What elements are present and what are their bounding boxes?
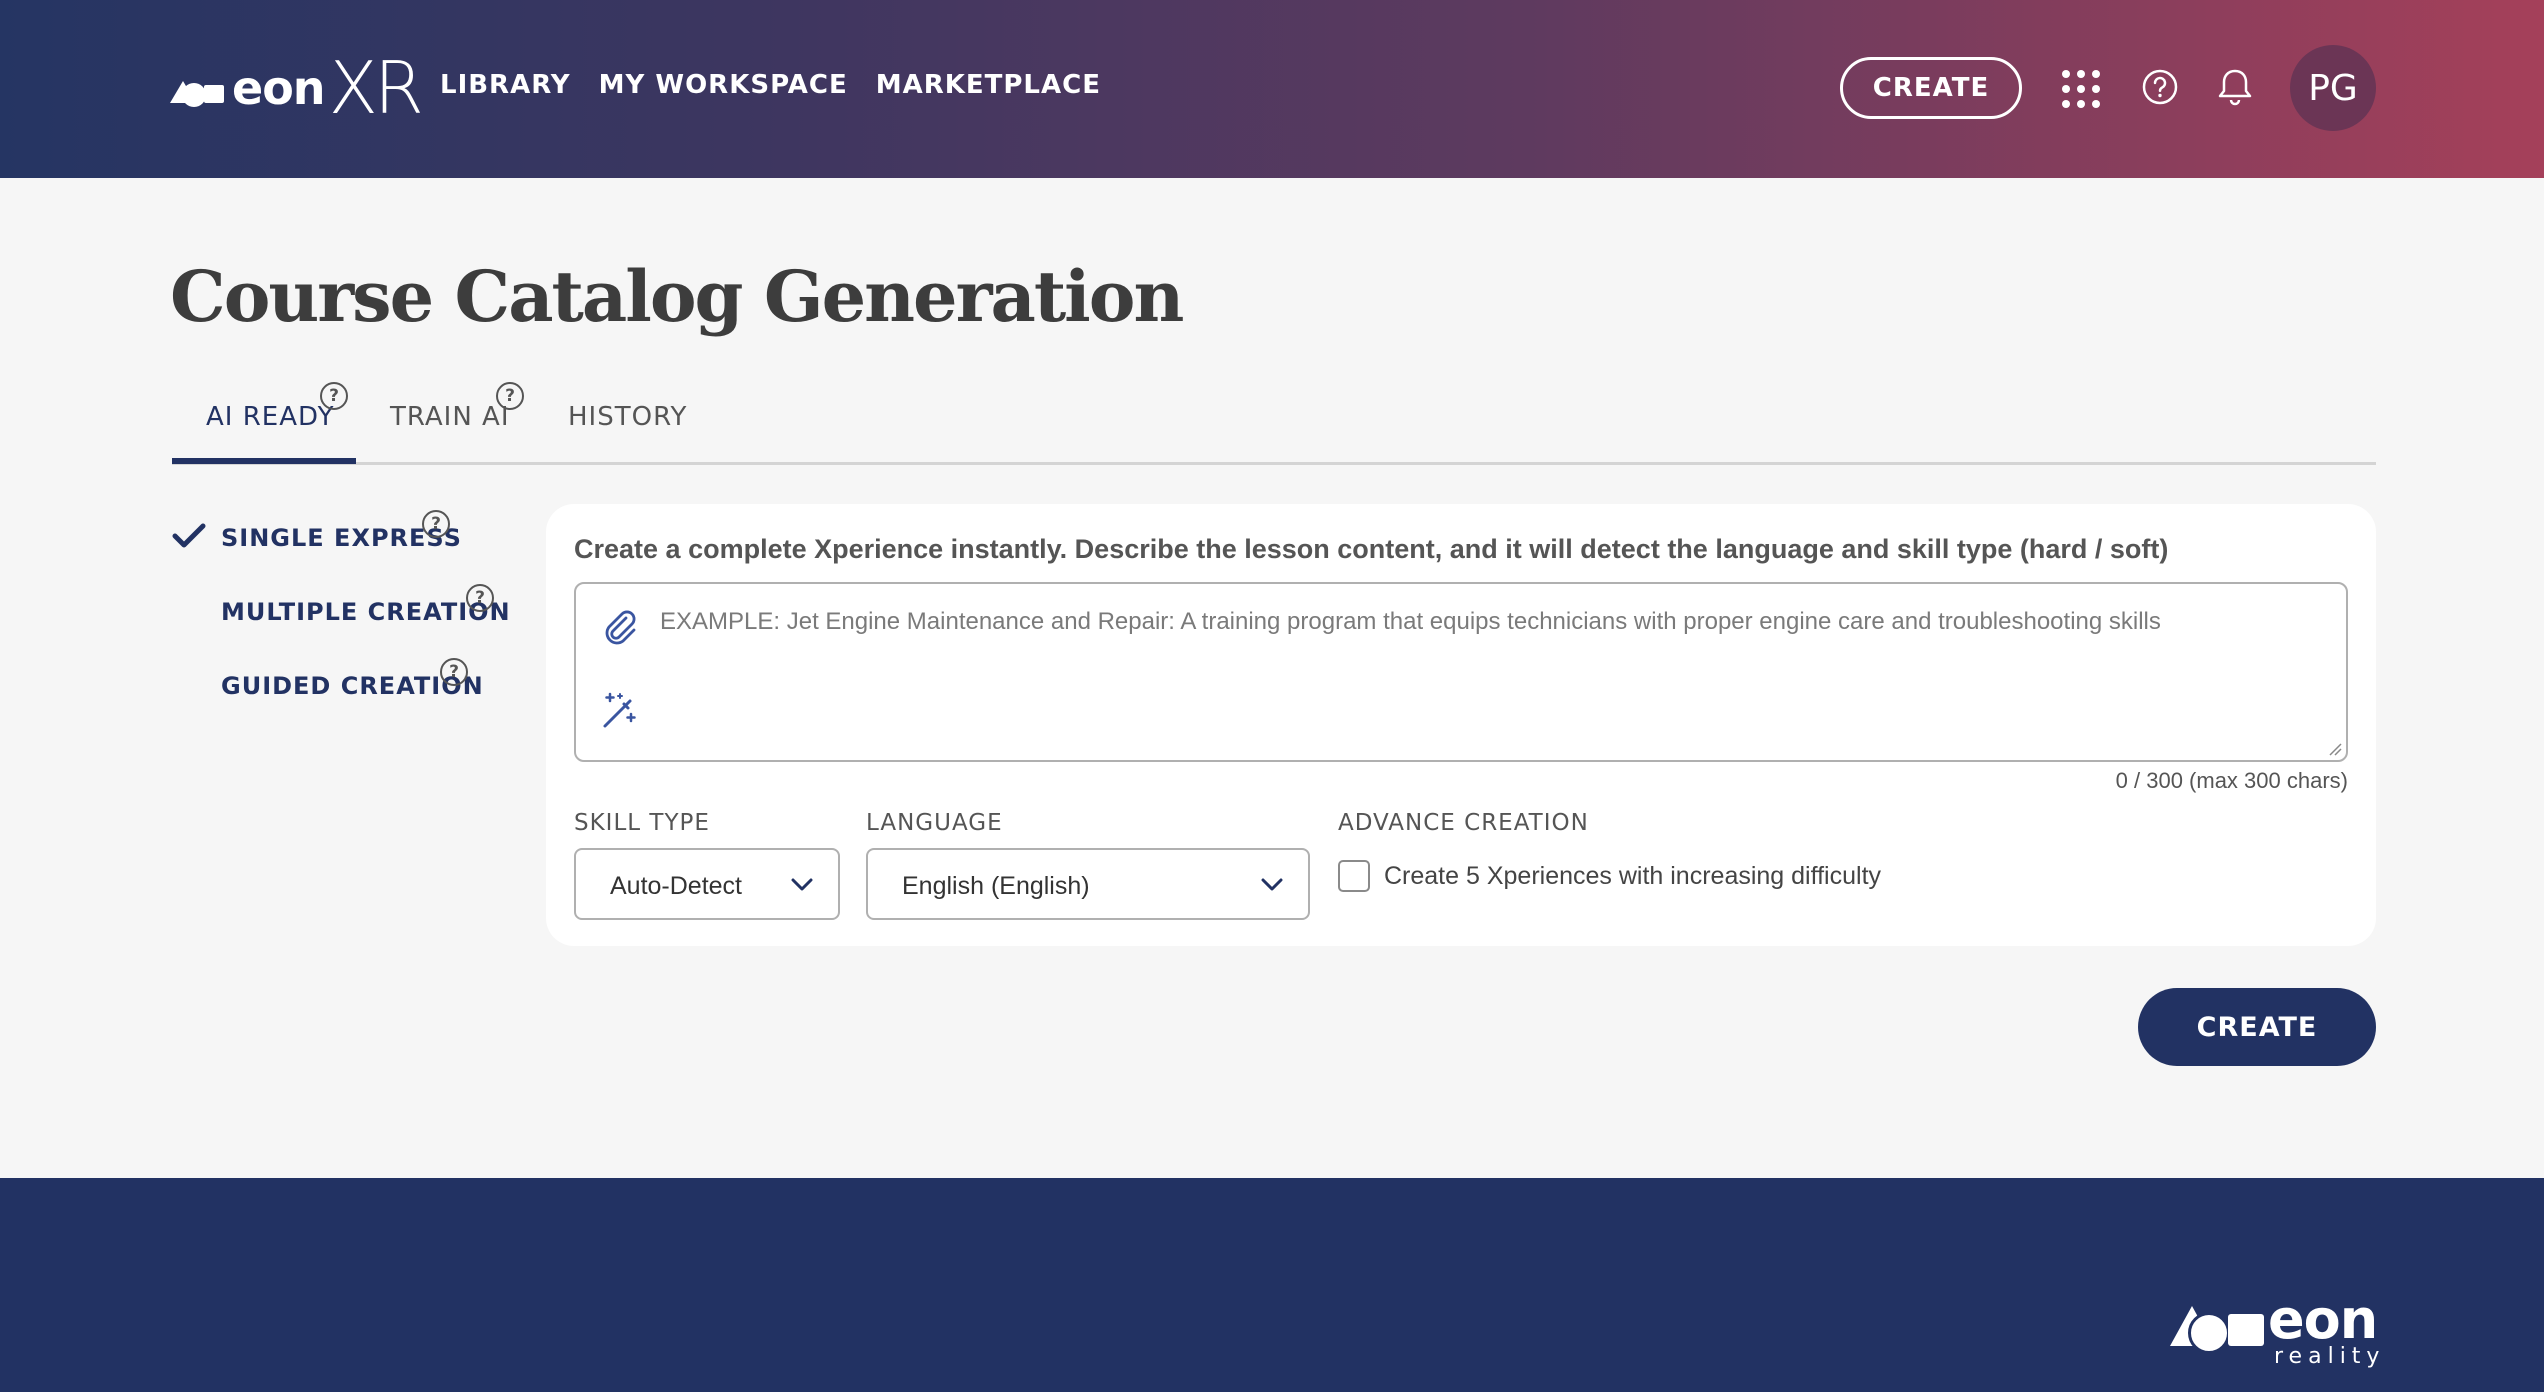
bell-icon[interactable] [2216, 66, 2254, 108]
chevron-down-icon [1261, 878, 1283, 891]
logo-text: eon [232, 61, 326, 115]
single-express-help-icon[interactable]: ? [422, 510, 450, 538]
eon-reality-logo[interactable]: eon reality [2170, 1288, 2380, 1372]
skill-type-label: SKILL TYPE [574, 810, 710, 836]
resize-grip-icon[interactable] [2328, 742, 2342, 756]
tab-label: TRAIN AI [390, 402, 510, 432]
logo-circle-icon [2188, 1312, 2230, 1354]
tab-label: AI READY [206, 402, 335, 432]
prompt-placeholder: EXAMPLE: Jet Engine Maintenance and Repa… [660, 608, 2161, 635]
footer-logo-text: eon [2268, 1288, 2378, 1351]
language-label: LANGUAGE [866, 810, 1003, 836]
creation-card: Create a complete Xperience instantly. D… [546, 504, 2376, 946]
main-nav: LIBRARY MY WORKSPACE MARKETPLACE [440, 70, 1129, 100]
user-avatar[interactable]: PG [2290, 45, 2376, 131]
create-button[interactable]: CREATE [2138, 988, 2376, 1066]
ai-ready-help-icon[interactable]: ? [320, 382, 348, 410]
language-value: English (English) [902, 872, 1090, 900]
nav-library[interactable]: LIBRARY [440, 70, 571, 100]
advance-creation-label: ADVANCE CREATION [1338, 810, 1589, 836]
card-description: Create a complete Xperience instantly. D… [574, 534, 2169, 564]
nav-my-workspace[interactable]: MY WORKSPACE [599, 70, 848, 100]
eon-xr-logo[interactable]: eon XR [170, 46, 424, 130]
multiple-creation-help-icon[interactable]: ? [466, 584, 494, 612]
advance-creation-checkbox[interactable] [1338, 860, 1370, 892]
logo-square-icon [2228, 1314, 2264, 1346]
tab-ai-ready[interactable]: AI READY [206, 402, 334, 432]
language-select[interactable]: English (English) [866, 848, 1310, 920]
apps-grid-icon[interactable] [2062, 70, 2100, 108]
header-create-button[interactable]: CREATE [1840, 57, 2022, 119]
help-icon[interactable] [2141, 68, 2179, 106]
page-title: Course Catalog Generation [170, 255, 1184, 338]
advance-creation-checkbox-label[interactable]: Create 5 Xperiences with increasing diff… [1384, 862, 1881, 891]
prompt-textarea[interactable]: EXAMPLE: Jet Engine Maintenance and Repa… [574, 582, 2348, 762]
char-count: 0 / 300 (max 300 chars) [2115, 768, 2348, 793]
eon-logo-mark-icon [170, 63, 230, 113]
tab-train-ai[interactable]: TRAIN AI [390, 402, 510, 432]
logo-text-xr: XR [328, 46, 424, 130]
chevron-down-icon [791, 878, 813, 891]
magic-wand-icon[interactable] [600, 690, 640, 730]
top-header: eon XR LIBRARY MY WORKSPACE MARKETPLACE … [0, 0, 2544, 178]
tab-bar: AI READY ? TRAIN AI ? HISTORY [172, 380, 2376, 465]
footer [0, 1178, 2544, 1392]
train-ai-help-icon[interactable]: ? [496, 382, 524, 410]
active-tab-indicator [172, 458, 356, 464]
check-icon [172, 523, 206, 548]
tab-history[interactable]: HISTORY [568, 402, 687, 432]
tab-label: HISTORY [568, 402, 688, 432]
skill-type-select[interactable]: Auto-Detect [574, 848, 840, 920]
guided-creation-help-icon[interactable]: ? [440, 658, 468, 686]
attachment-icon[interactable] [600, 606, 638, 646]
skill-type-value: Auto-Detect [610, 872, 743, 900]
footer-logo-subtext: reality [2274, 1344, 2386, 1369]
nav-marketplace[interactable]: MARKETPLACE [876, 70, 1101, 100]
